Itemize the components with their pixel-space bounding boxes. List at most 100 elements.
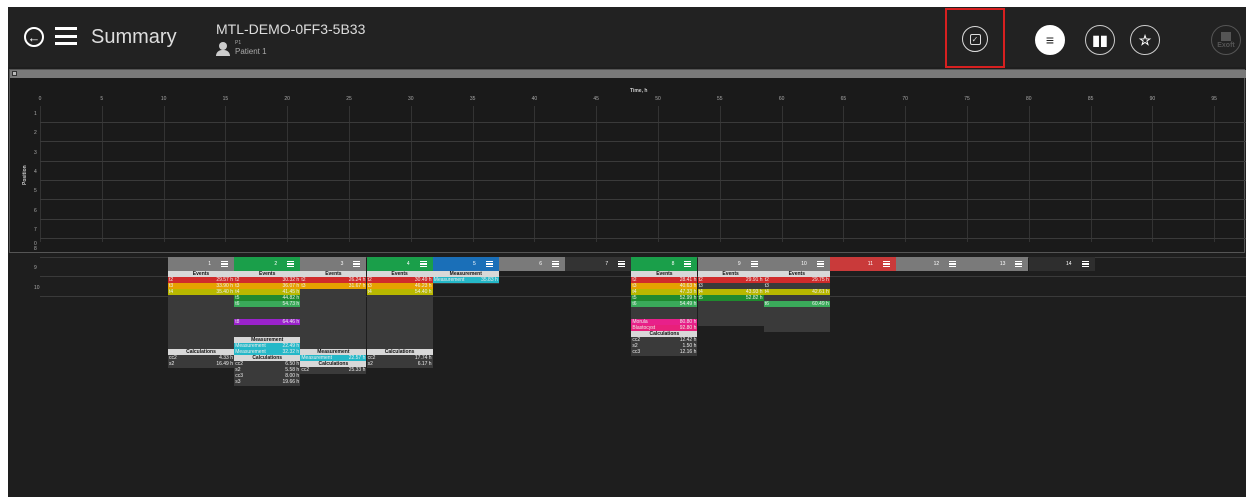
x-gridline — [967, 106, 968, 242]
well-header[interactable]: 4 — [366, 257, 433, 271]
x-tick-label: 30 — [408, 96, 414, 102]
select-checkbox-button[interactable]: ✓ — [945, 8, 1005, 68]
patient-id: P1 — [235, 40, 242, 46]
event-row[interactable]: s3 19.66 h — [234, 379, 300, 385]
x-tick-label: 70 — [902, 96, 908, 102]
star-icon: ☆ — [1138, 31, 1152, 48]
well-number: 12 — [933, 261, 940, 267]
event-label: s2 — [367, 361, 373, 367]
y-tick-label: 10 — [34, 284, 40, 291]
event-row[interactable]: s2 16.49 h — [168, 361, 234, 367]
well-header[interactable]: 12 — [896, 257, 963, 271]
event-time: 52.82 h — [745, 295, 763, 301]
well-header[interactable]: 5 — [432, 257, 499, 271]
list-icon[interactable] — [1015, 261, 1023, 267]
list-icon[interactable] — [221, 261, 228, 267]
well-number: 13 — [999, 261, 1006, 267]
well-number: 8 — [671, 261, 675, 267]
well-header[interactable]: 11 — [830, 257, 896, 271]
x-tick-label: 65 — [840, 96, 847, 102]
well-header[interactable]: 2 — [234, 257, 301, 271]
list-icon[interactable] — [684, 261, 692, 267]
timeline-chart: Time, h Position 0 5 10 15 20 25 30 35 40 45 50 55 6… — [9, 69, 1246, 297]
well-header[interactable]: 7 — [565, 257, 632, 271]
patient-name: Patient 1 — [235, 47, 267, 56]
event-time: 92.80 h — [679, 325, 697, 331]
window-icon[interactable] — [12, 71, 17, 76]
well-header[interactable]: 3 — [300, 257, 367, 271]
y-tick-label: 6 — [34, 207, 37, 214]
well-header[interactable]: 9 — [697, 257, 764, 271]
list-icon[interactable] — [353, 261, 361, 267]
well-number: 3 — [340, 261, 344, 267]
well-card[interactable]: 6 — [499, 257, 565, 271]
event-time: 19.66 h — [282, 379, 300, 385]
well-card[interactable]: 1 Events t2 29.57 h t3 33.90 h t4 35.40 h Calcul… — [168, 257, 234, 368]
well-card[interactable]: 2 Events t2 30.32 h t3 36.07 h t4 41.45 h t5 44.8… — [234, 257, 301, 386]
well-header[interactable]: 14 — [1028, 257, 1095, 271]
well-number: 1 — [208, 261, 211, 267]
list-icon[interactable] — [949, 261, 957, 267]
well-header[interactable]: 13 — [962, 257, 1029, 271]
well-card[interactable]: 7 — [565, 257, 632, 271]
event-time: 12.16 h — [679, 349, 697, 355]
well-header[interactable]: 10 — [763, 257, 830, 271]
hamburger-menu-icon[interactable] — [55, 27, 77, 45]
list-icon[interactable] — [287, 261, 295, 267]
well-card[interactable]: 10 Events t2 29.75 h t3 t4 42.61 h t6 60.49 h — [763, 257, 830, 332]
x-tick-label: 5 — [100, 96, 104, 102]
list-icon[interactable] — [485, 261, 493, 267]
event-row[interactable]: Measurement 35.83 h — [432, 277, 499, 283]
x-gridline — [225, 106, 227, 242]
well-card[interactable]: 5 Measurement Measurement 35.83 h — [432, 257, 499, 284]
event-label: t6 — [764, 301, 769, 307]
well-header[interactable]: 8 — [631, 257, 698, 271]
well-details: Measurement Measurement 35.83 h — [432, 271, 499, 284]
well-header[interactable]: 1 — [168, 257, 234, 271]
x-tick-label: 0 — [38, 96, 42, 102]
event-row[interactable]: cc3 12.16 h — [631, 349, 697, 355]
event-label: t5 — [698, 295, 703, 301]
well-card[interactable]: 3 Events t2 26.24 h t3 31.67 h Measurement Meas… — [300, 257, 367, 374]
x-gridline — [781, 106, 783, 242]
device-id: MTL-DEMO-0FF3-5B33 — [216, 21, 366, 37]
list-icon[interactable] — [750, 261, 758, 267]
x-tick-label: 75 — [964, 96, 970, 102]
event-label: t4 — [169, 289, 174, 295]
list-icon[interactable] — [618, 261, 626, 267]
bar-chart-view-button[interactable]: ▮▮ — [1085, 25, 1115, 55]
event-row[interactable]: s2 6.17 h — [367, 361, 433, 367]
well-card[interactable]: 12 — [896, 257, 963, 271]
well-card[interactable]: 9 Events t2 29.91 h t3 t4 43.93 h t5 52.82 h — [697, 257, 764, 326]
patient-avatar-icon — [216, 41, 230, 56]
well-header[interactable]: 6 — [499, 257, 565, 271]
event-time: 29.75 h — [812, 277, 829, 283]
list-icon[interactable] — [552, 261, 559, 267]
timeline-view-button[interactable]: ≡ — [1035, 25, 1065, 55]
back-arrow-icon[interactable]: ← — [24, 27, 44, 47]
well-card[interactable]: 11 — [830, 257, 896, 271]
well-card[interactable]: 14 — [1028, 257, 1095, 271]
x-tick-label: 15 — [222, 96, 229, 102]
event-time: 25.33 h — [348, 367, 366, 373]
export-label: Exoft — [1217, 41, 1235, 49]
event-time: 32.32 h — [282, 349, 300, 355]
list-icon[interactable] — [883, 261, 890, 267]
list-icon[interactable] — [816, 261, 824, 267]
event-row[interactable]: cc2 25.33 h — [300, 367, 366, 373]
export-excel-button[interactable]: Exoft — [1211, 25, 1241, 55]
event-label: t8 — [235, 319, 240, 325]
well-card[interactable]: 8 Events t2 28.41 h t3 40.63 h t4 47.33 h t5 52.9… — [631, 257, 698, 356]
event-label: t6 — [235, 301, 240, 307]
favorites-button[interactable]: ☆ — [1130, 25, 1160, 55]
list-icon[interactable] — [1081, 261, 1089, 267]
event-label: s2 — [169, 361, 175, 367]
list-icon[interactable] — [419, 261, 427, 267]
x-tick-label: 35 — [469, 96, 476, 102]
well-card[interactable]: 4 Events t2 30.49 h t3 46.23 h t4 54.40 h Calcul… — [366, 257, 433, 368]
x-tick-label: 50 — [655, 96, 661, 102]
well-card[interactable]: 13 — [962, 257, 1029, 271]
x-gridline — [101, 106, 103, 242]
